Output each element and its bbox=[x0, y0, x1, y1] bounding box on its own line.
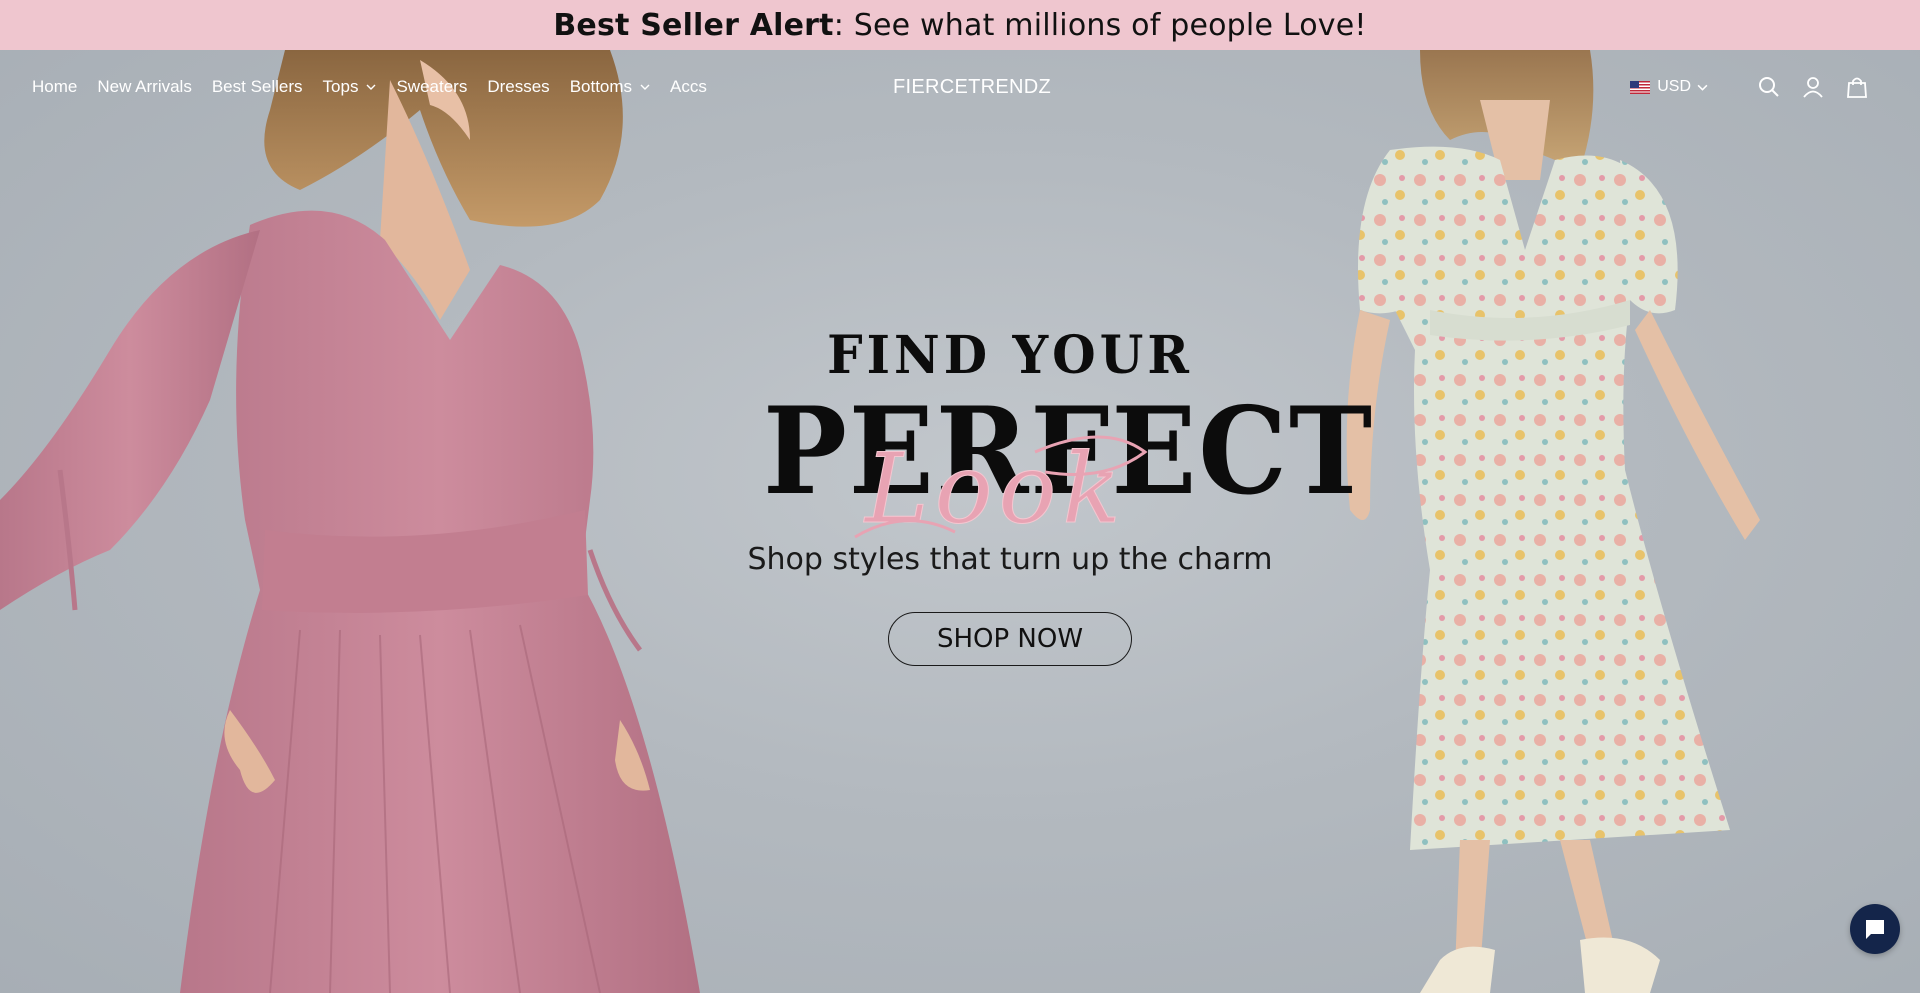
hero-image-right-model bbox=[1346, 50, 1760, 993]
hero-headline-line1: FIND YOUR bbox=[827, 323, 1193, 386]
hero-script-word: Look bbox=[854, 433, 1148, 546]
nav-best-sellers-label: Best Sellers bbox=[211, 77, 303, 96]
announcement-bar[interactable]: Best Seller Alert: See what millions of … bbox=[0, 0, 1920, 50]
nav-sweaters-label: Sweaters bbox=[396, 77, 468, 96]
cart-icon[interactable] bbox=[1844, 74, 1870, 100]
nav-new-arrivals[interactable]: New Arrivals bbox=[97, 77, 191, 97]
chat-icon bbox=[1866, 920, 1884, 939]
announcement-bold: Best Seller Alert bbox=[553, 7, 834, 43]
hero-image-left-model bbox=[0, 50, 700, 993]
site-header: Home New Arrivals Best Sellers Tops Swea… bbox=[0, 50, 1920, 124]
currency-selector[interactable]: USD bbox=[1630, 78, 1708, 96]
nav-bottoms[interactable]: Bottoms bbox=[570, 77, 650, 97]
account-icon[interactable] bbox=[1800, 74, 1826, 100]
hero-headline-line2-wrap: PERFECT Look bbox=[740, 392, 1372, 546]
currency-label: USD bbox=[1657, 78, 1691, 95]
nav-home-label: Home bbox=[32, 77, 78, 96]
nav-home[interactable]: Home bbox=[32, 77, 77, 97]
shop-now-button[interactable]: SHOP NOW bbox=[888, 612, 1132, 666]
chevron-down-icon bbox=[366, 84, 376, 90]
nav-dresses[interactable]: Dresses bbox=[487, 77, 549, 97]
main-nav: Home New Arrivals Best Sellers Tops Swea… bbox=[32, 50, 727, 124]
nav-dresses-label: Dresses bbox=[487, 77, 550, 96]
nav-best-sellers[interactable]: Best Sellers bbox=[212, 77, 303, 97]
chevron-down-icon bbox=[640, 84, 650, 90]
hero-copy: FIND YOUR PERFECT Look Shop styles that … bbox=[740, 323, 1372, 666]
nav-accs[interactable]: Accs bbox=[670, 77, 707, 97]
chat-launcher-button[interactable] bbox=[1850, 904, 1900, 954]
nav-accs-label: Accs bbox=[670, 77, 707, 96]
search-icon[interactable] bbox=[1756, 74, 1782, 100]
nav-new-arrivals-label: New Arrivals bbox=[97, 77, 192, 96]
nav-tops-label: Tops bbox=[322, 77, 359, 96]
nav-sweaters[interactable]: Sweaters bbox=[396, 77, 467, 97]
nav-tops[interactable]: Tops bbox=[323, 77, 377, 97]
chevron-down-icon bbox=[1697, 84, 1708, 91]
announcement-text: : See what millions of people Love! bbox=[833, 7, 1367, 43]
hero-script-word-text: Look bbox=[863, 433, 1127, 545]
brand-logo[interactable]: FIERCETRENDZ bbox=[893, 50, 1051, 124]
header-actions: USD bbox=[1630, 50, 1870, 124]
us-flag-icon bbox=[1630, 80, 1651, 94]
nav-bottoms-label: Bottoms bbox=[569, 77, 633, 96]
